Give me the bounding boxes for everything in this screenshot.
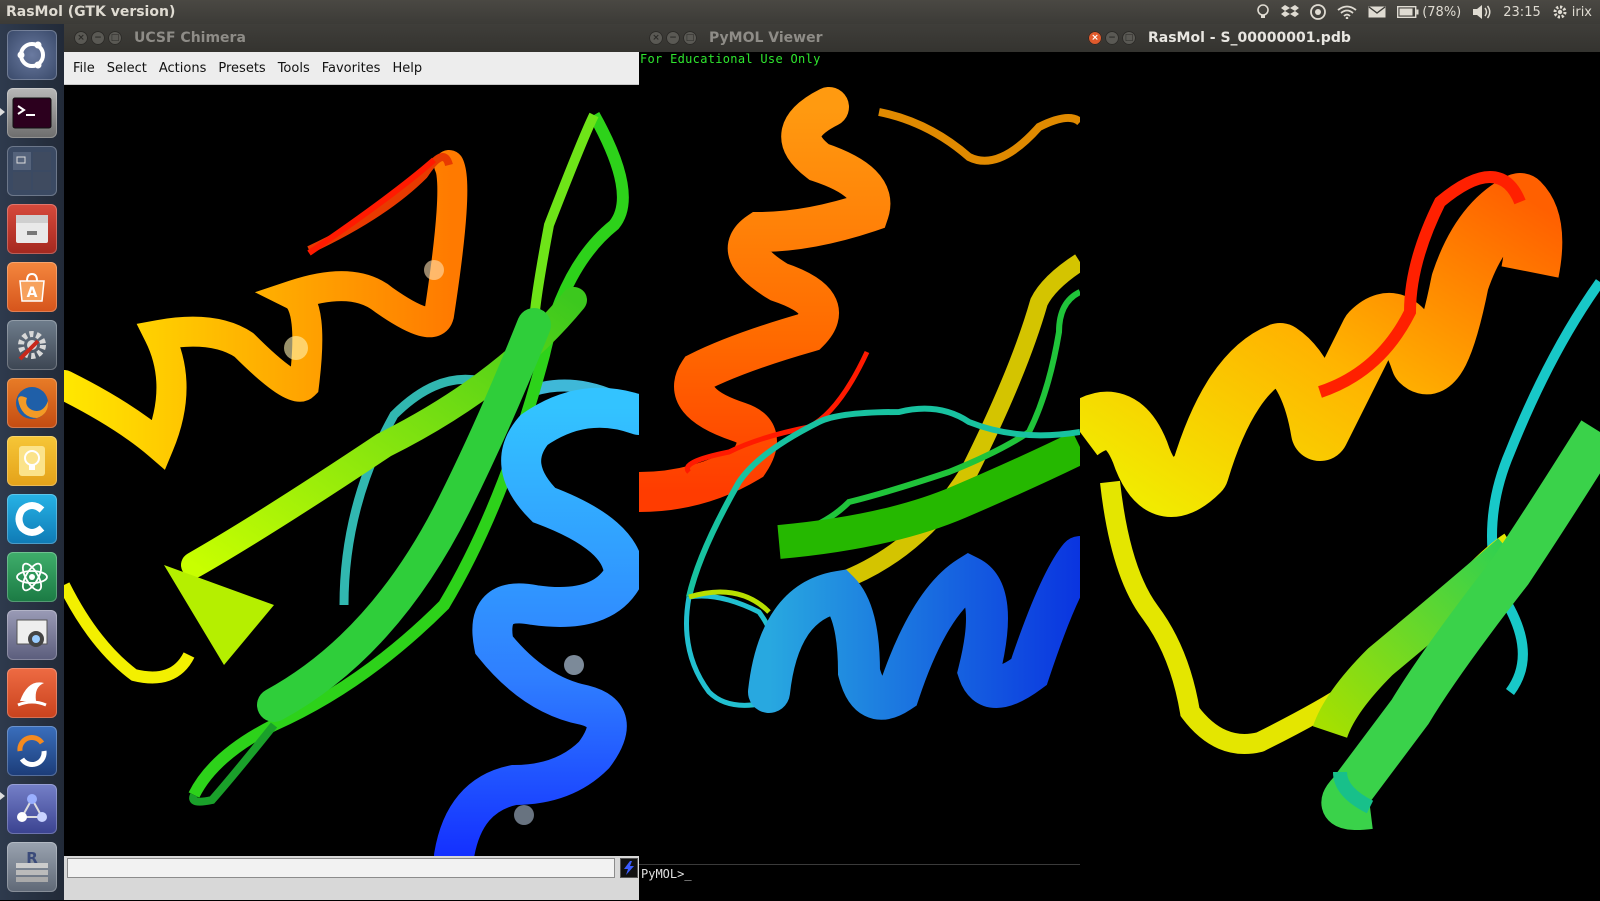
file-manager-icon[interactable] <box>7 204 57 254</box>
pymol-window-title: PyMOL Viewer <box>709 30 823 46</box>
gear-icon <box>1553 5 1567 19</box>
chimera-menubar: File Select Actions Presets Tools Favori… <box>64 52 639 85</box>
svg-text:A: A <box>27 285 38 301</box>
lightbulb-icon[interactable] <box>1256 4 1270 20</box>
webcam-icon[interactable] <box>7 610 57 660</box>
svg-text:R: R <box>26 849 38 867</box>
menu-actions[interactable]: Actions <box>153 61 213 76</box>
system-settings-icon[interactable] <box>7 320 57 370</box>
chimera-window-title: UCSF Chimera <box>134 30 246 46</box>
menu-help[interactable]: Help <box>386 61 428 76</box>
firefox-icon[interactable] <box>7 378 57 428</box>
battery-indicator[interactable]: (78%) <box>1397 5 1461 20</box>
maximize-icon[interactable]: □ <box>108 31 122 45</box>
chimera-3d-viewport[interactable] <box>64 85 639 856</box>
sync-app-icon[interactable] <box>7 726 57 776</box>
chimera-command-input[interactable] <box>67 858 615 878</box>
pymol-titlebar[interactable]: × − □ PyMOL Viewer <box>639 24 1080 52</box>
volume-icon[interactable] <box>1472 5 1492 19</box>
launcher: A R <box>0 24 65 900</box>
pymol-3d-viewport[interactable]: For Educational Use Only <box>639 52 1080 864</box>
pymol-prompt[interactable]: PyMOL>_ <box>641 867 692 881</box>
close-icon[interactable]: × <box>649 31 663 45</box>
close-icon[interactable]: × <box>1088 31 1102 45</box>
rasmol-3d-viewport[interactable] <box>1080 52 1600 900</box>
battery-icon <box>1397 6 1419 18</box>
user-name: irix <box>1571 4 1592 20</box>
session-menu[interactable]: irix <box>1552 4 1592 20</box>
pymol-educational-notice: For Educational Use Only <box>640 52 821 66</box>
lightning-icon[interactable] <box>620 858 638 878</box>
notes-lightbulb-icon[interactable] <box>7 436 57 486</box>
software-center-icon[interactable]: A <box>7 262 57 312</box>
menu-select[interactable]: Select <box>101 61 153 76</box>
workspace-switcher-icon[interactable] <box>7 146 57 196</box>
rasmol-ribbon-render <box>1080 171 1600 830</box>
terminal-icon[interactable] <box>7 88 57 138</box>
mail-icon[interactable] <box>1368 6 1386 18</box>
maximize-icon[interactable]: □ <box>683 31 697 45</box>
pymol-ribbon-render <box>639 87 1080 720</box>
wireshark-fin-icon[interactable] <box>7 668 57 718</box>
minimize-icon[interactable]: − <box>91 31 105 45</box>
atom-icon[interactable] <box>7 552 57 602</box>
active-app-title: RasMol (GTK version) <box>6 4 176 20</box>
chimera-status-bar <box>64 882 639 900</box>
c-app-icon[interactable] <box>7 494 57 544</box>
chimera-titlebar[interactable]: × − □ UCSF Chimera <box>64 24 639 52</box>
maximize-icon[interactable]: □ <box>1122 31 1136 45</box>
close-icon[interactable]: × <box>74 31 88 45</box>
pymol-command-area[interactable]: PyMOL>_ <box>639 864 1080 901</box>
sync-icon[interactable] <box>1310 4 1327 20</box>
wifi-icon[interactable] <box>1337 5 1357 19</box>
rasmol-window-title: RasMol - S_00000001.pdb <box>1148 30 1351 46</box>
menu-file[interactable]: File <box>64 61 101 76</box>
menu-tools[interactable]: Tools <box>272 61 316 76</box>
minimize-icon[interactable]: − <box>1105 31 1119 45</box>
rasmol-titlebar[interactable]: × − □ RasMol - S_00000001.pdb <box>1080 24 1600 52</box>
dropbox-icon[interactable] <box>1281 4 1300 20</box>
menu-presets[interactable]: Presets <box>212 61 271 76</box>
clock[interactable]: 23:15 <box>1503 5 1540 20</box>
ubuntu-dash-icon[interactable] <box>7 30 57 80</box>
menu-favorites[interactable]: Favorites <box>316 61 387 76</box>
chimera-ribbon-render <box>64 112 639 856</box>
chimera-command-line <box>64 856 639 882</box>
r-stack-icon[interactable]: R <box>7 842 57 892</box>
molecule-icon[interactable] <box>7 784 57 834</box>
system-tray: (78%) 23:15 irix <box>1256 4 1600 20</box>
minimize-icon[interactable]: − <box>666 31 680 45</box>
top-panel: RasMol (GTK version) (78%) 23:15 irix <box>0 0 1600 24</box>
battery-percent: (78%) <box>1422 4 1462 20</box>
